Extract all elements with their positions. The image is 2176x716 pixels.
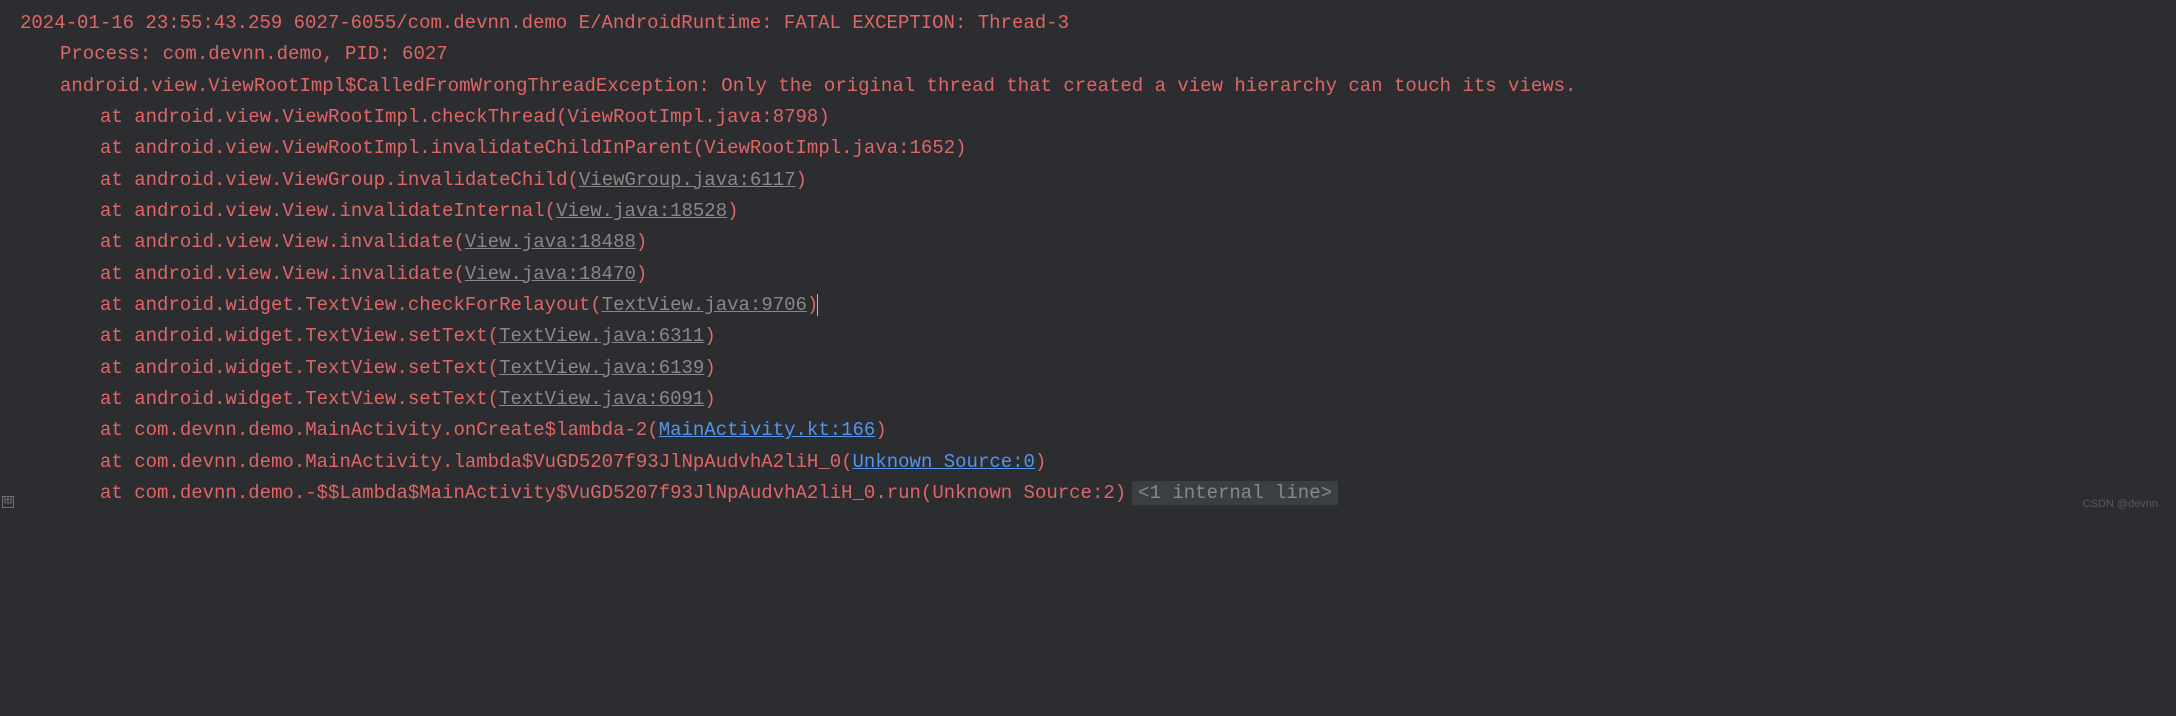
log-process: Process: com.devnn.demo, PID: 6027 [0, 39, 2176, 70]
watermark: CSDN @devnn [2083, 495, 2158, 513]
stack-frame-text: at android.widget.TextView.setText( [100, 357, 499, 379]
stack-frame-suffix: ) [636, 263, 647, 285]
source-link[interactable]: MainActivity.kt:166 [659, 419, 876, 441]
stack-frame: at android.view.View.invalidate(View.jav… [0, 259, 2176, 290]
stack-frame: at android.widget.TextView.setText(TextV… [0, 384, 2176, 415]
stack-frame-suffix: ) [704, 325, 715, 347]
log-header: 2024-01-16 23:55:43.259 6027-6055/com.de… [0, 8, 2176, 39]
internal-line-badge[interactable]: <1 internal line> [1132, 481, 1338, 505]
stack-frame: at android.view.ViewRootImpl.checkThread… [0, 102, 2176, 133]
source-link[interactable]: View.java:18528 [556, 200, 727, 222]
stack-frame-text: at android.view.ViewGroup.invalidateChil… [100, 169, 579, 191]
expand-icon[interactable]: ⊞ [2, 496, 14, 508]
stack-frame: at com.devnn.demo.-$$Lambda$MainActivity… [0, 478, 2176, 509]
stack-frame: at android.widget.TextView.setText(TextV… [0, 353, 2176, 384]
stack-frame: at android.view.ViewGroup.invalidateChil… [0, 165, 2176, 196]
stack-frame: at android.view.ViewRootImpl.invalidateC… [0, 133, 2176, 164]
source-link[interactable]: TextView.java:6311 [499, 325, 704, 347]
source-link[interactable]: TextView.java:9706 [602, 294, 807, 316]
source-link[interactable]: TextView.java:6139 [499, 357, 704, 379]
stack-frame-text: at android.widget.TextView.checkForRelay… [100, 294, 602, 316]
source-link[interactable]: Unknown Source:0 [853, 451, 1035, 473]
stack-frame-suffix: ) [727, 200, 738, 222]
stack-frame: at com.devnn.demo.MainActivity.onCreate$… [0, 415, 2176, 446]
stack-frame-text: at android.view.View.invalidate( [100, 231, 465, 253]
stack-frame-text: at android.widget.TextView.setText( [100, 325, 499, 347]
stack-frame-text: at com.devnn.demo.MainActivity.onCreate$… [100, 419, 659, 441]
stack-frame-suffix: ) [796, 169, 807, 191]
source-link[interactable]: ViewGroup.java:6117 [579, 169, 796, 191]
source-link[interactable]: View.java:18488 [465, 231, 636, 253]
stack-frame-text: at android.widget.TextView.setText( [100, 388, 499, 410]
stack-frame-text: at android.view.View.invalidate( [100, 263, 465, 285]
stack-frame: at android.widget.TextView.setText(TextV… [0, 321, 2176, 352]
stack-frame: at android.view.View.invalidate(View.jav… [0, 227, 2176, 258]
source-link[interactable]: View.java:18470 [465, 263, 636, 285]
stack-frame-text: at android.view.View.invalidateInternal( [100, 200, 556, 222]
stack-frame-text: at android.view.ViewRootImpl.checkThread… [100, 106, 830, 128]
stack-frame-suffix: ) [704, 388, 715, 410]
stack-frame-suffix: ) [636, 231, 647, 253]
stack-frame: at com.devnn.demo.MainActivity.lambda$Vu… [0, 447, 2176, 478]
stack-frame-suffix: ) [1035, 451, 1046, 473]
text-cursor [817, 294, 818, 317]
stack-frame-text: at android.view.ViewRootImpl.invalidateC… [100, 137, 967, 159]
source-link[interactable]: TextView.java:6091 [499, 388, 704, 410]
stack-frame: at android.view.View.invalidateInternal(… [0, 196, 2176, 227]
stack-frame-suffix: ) [875, 419, 886, 441]
stack-frame: at android.widget.TextView.checkForRelay… [0, 290, 2176, 321]
stack-frame-text: at com.devnn.demo.MainActivity.lambda$Vu… [100, 451, 853, 473]
stack-frame-suffix: ) [704, 357, 715, 379]
stack-trace: at android.view.ViewRootImpl.checkThread… [0, 102, 2176, 509]
stack-frame-text: at com.devnn.demo.-$$Lambda$MainActivity… [100, 482, 1126, 504]
log-exception: android.view.ViewRootImpl$CalledFromWron… [0, 71, 2176, 102]
